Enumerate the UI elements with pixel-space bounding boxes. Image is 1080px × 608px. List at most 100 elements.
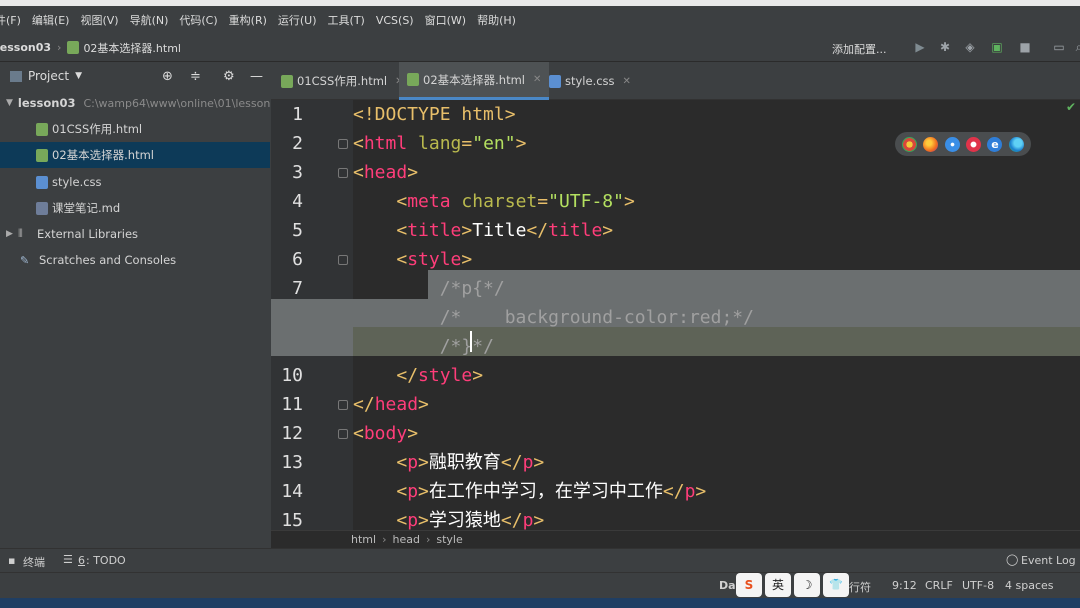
moon-icon[interactable]: ☽ (794, 573, 820, 597)
status-left-text: Da (719, 579, 736, 592)
debug-icon[interactable]: ✱ (938, 40, 952, 54)
tree-item-style-css[interactable]: style.css (0, 169, 270, 195)
breadcrumb-head[interactable]: head (392, 533, 419, 546)
tag-name: p (407, 510, 419, 530)
menu-edit[interactable]: 编辑(E) (32, 12, 70, 28)
line-separator[interactable]: CRLF (925, 579, 953, 592)
tree-item-label: 课堂笔记.md (52, 201, 121, 215)
project-panel-header: Project ▼ ⊕ ≑ ⚙ — (0, 62, 270, 90)
menu-vcs[interactable]: VCS(S) (376, 14, 414, 27)
text-caret (470, 331, 472, 352)
fold-marker-icon[interactable] (338, 168, 348, 178)
profile-icon[interactable]: ▣ (990, 40, 1004, 54)
layout-icon[interactable]: ▭ (1052, 40, 1066, 54)
ie-icon[interactable]: e (987, 136, 1003, 152)
comment: /* (439, 336, 462, 357)
tree-item-02selector[interactable]: 02基本选择器.html (0, 142, 270, 168)
menu-view[interactable]: 视图(V) (80, 12, 118, 28)
code-line-12: <body> (353, 423, 419, 444)
tree-item-lesson03[interactable]: ▼ lesson03 C:\wamp64\www\online\01\lesso… (0, 90, 270, 116)
comment: /* background-color:red;*/ (439, 307, 754, 328)
tag-name: p (407, 481, 419, 502)
line-number: 6 (292, 249, 303, 270)
menu-tools[interactable]: 工具(T) (328, 12, 365, 28)
chevron-down-icon[interactable]: ▼ (75, 71, 82, 81)
nav-project[interactable]: lesson03 (0, 41, 51, 54)
menu-code[interactable]: 代码(C) (179, 12, 217, 28)
tag-name: style (418, 365, 473, 386)
fold-marker-icon[interactable] (338, 255, 348, 265)
terminal-button[interactable]: 终端 (23, 554, 45, 570)
code-lines[interactable]: <!DOCTYPE html> <html lang="en"> <head> … (353, 100, 1080, 530)
tree-item-01css[interactable]: 01CSS作用.html (0, 116, 270, 142)
menu-file[interactable]: 件(F) (0, 12, 21, 28)
minimize-icon[interactable]: — (250, 69, 263, 84)
tree-item-notes-md[interactable]: 课堂笔记.md (0, 195, 270, 221)
close-icon[interactable]: ✕ (533, 74, 541, 85)
ime-language-toggle[interactable]: 英 (765, 573, 791, 597)
line-number: 5 (292, 220, 303, 241)
tag-name: p (407, 452, 419, 473)
navigation-bar: lesson03 › 02基本选择器.html 添加配置... ▶ ✱ ◈ ▣ … (0, 34, 1080, 62)
css-file-icon (36, 175, 48, 189)
editor-tabs: 01CSS作用.html ✕ 02基本选择器.html ✕ style.css … (271, 62, 1080, 100)
code-line-11: </head> (353, 394, 429, 415)
menu-refactor[interactable]: 重构(R) (229, 12, 267, 28)
fold-marker-icon[interactable] (338, 139, 348, 149)
line-number: 3 (292, 162, 303, 183)
code-line-2: <html lang="en"> (353, 133, 527, 154)
menu-help[interactable]: 帮助(H) (477, 12, 516, 28)
project-path: C:\wamp64\www\online\01\lesson (83, 96, 270, 110)
menu-window[interactable]: 窗口(W) (425, 12, 466, 28)
caret-position[interactable]: 9:12 (892, 579, 917, 592)
fold-marker-icon[interactable] (338, 429, 348, 439)
edge-icon[interactable] (1008, 136, 1024, 152)
coverage-icon[interactable]: ◈ (963, 40, 977, 54)
tree-item-label: 02基本选择器.html (52, 148, 154, 162)
tree-item-scratches[interactable]: ✎ Scratches and Consoles (0, 247, 270, 273)
code-line-9: /*}*/ (353, 332, 494, 361)
line-number: 12 (281, 423, 303, 444)
project-panel-title[interactable]: Project (28, 69, 69, 83)
chrome-icon[interactable] (902, 136, 918, 152)
collapse-all-icon[interactable]: ≑ (190, 69, 201, 84)
fold-marker-icon[interactable] (338, 400, 348, 410)
tree-item-label: style.css (52, 175, 102, 189)
opera-icon[interactable] (966, 136, 982, 152)
menu-run[interactable]: 运行(U) (278, 12, 317, 28)
close-icon[interactable]: ✕ (623, 76, 631, 87)
add-configuration-button[interactable]: 添加配置... (832, 41, 887, 57)
code-line-5: <title>Title</title> (396, 220, 614, 241)
sogou-ime-icon[interactable]: S (736, 573, 762, 597)
nav-file[interactable]: 02基本选择器.html (83, 40, 181, 56)
tree-item-external-libraries[interactable]: ▶ ⦀ External Libraries (0, 221, 270, 247)
breadcrumb-style[interactable]: style (436, 533, 462, 546)
menu-navigate[interactable]: 导航(N) (130, 12, 169, 28)
doctype: <!DOCTYPE html> (353, 104, 516, 125)
tag-name: p (684, 481, 696, 502)
todo-button[interactable]: : TODO (86, 554, 126, 567)
chevron-down-icon[interactable]: ▼ (6, 98, 13, 108)
file-encoding[interactable]: UTF-8 (962, 579, 994, 592)
locate-icon[interactable]: ⊕ (162, 69, 173, 84)
gear-icon[interactable]: ⚙ (223, 69, 235, 84)
stop-icon[interactable]: ■ (1018, 40, 1032, 54)
skin-icon[interactable]: 👕 (823, 573, 849, 597)
chevron-right-icon[interactable]: ▶ (6, 229, 18, 239)
breadcrumb: html › head › style (271, 530, 1080, 548)
tab-style-css[interactable]: style.css ✕ (549, 62, 631, 100)
breadcrumb-html[interactable]: html (351, 533, 376, 546)
run-icon[interactable]: ▶ (913, 40, 927, 54)
indent-setting[interactable]: 4 spaces (1005, 579, 1054, 592)
tab-02selector[interactable]: 02基本选择器.html ✕ (399, 62, 550, 100)
tree-item-label: Scratches and Consoles (39, 253, 177, 267)
event-log-button[interactable]: Event Log (1021, 554, 1076, 567)
search-icon[interactable]: ⌕ (1072, 40, 1080, 54)
project-icon (10, 70, 22, 82)
firefox-icon[interactable] (923, 136, 939, 152)
tab-01css[interactable]: 01CSS作用.html ✕ (281, 62, 404, 100)
todo-number[interactable]: 6 (78, 554, 85, 567)
tag-name: p (522, 452, 534, 473)
html-file-icon (407, 73, 419, 86)
safari-icon[interactable] (944, 136, 960, 152)
